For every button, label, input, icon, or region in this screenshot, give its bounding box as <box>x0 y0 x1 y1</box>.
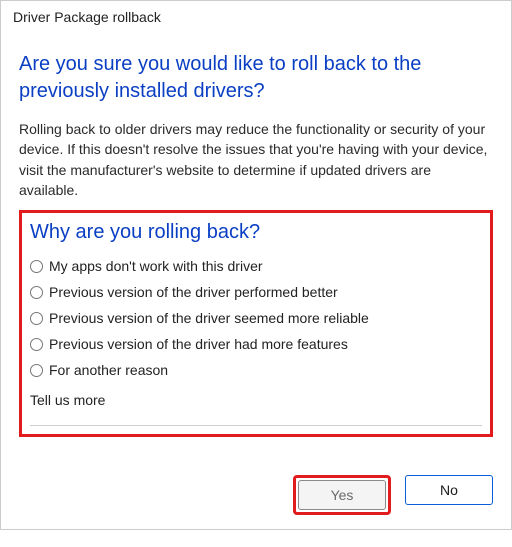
reason-radio[interactable] <box>30 286 43 299</box>
dialog-button-row: Yes No <box>1 455 511 529</box>
reason-radio-group: My apps don't work with this driver Prev… <box>30 258 482 378</box>
warning-text: Rolling back to older drivers may reduce… <box>19 119 493 200</box>
reason-radio[interactable] <box>30 312 43 325</box>
tell-us-more-input[interactable] <box>30 412 482 426</box>
reason-label[interactable]: Previous version of the driver had more … <box>49 336 348 352</box>
reason-option[interactable]: Previous version of the driver performed… <box>30 284 482 300</box>
reason-option[interactable]: Previous version of the driver seemed mo… <box>30 310 482 326</box>
reason-label[interactable]: Previous version of the driver performed… <box>49 284 338 300</box>
reason-label[interactable]: My apps don't work with this driver <box>49 258 263 274</box>
reason-headline: Why are you rolling back? <box>30 221 482 244</box>
reason-radio[interactable] <box>30 338 43 351</box>
tell-us-more-label: Tell us more <box>30 392 482 408</box>
dialog-window: Driver Package rollback Are you sure you… <box>0 0 512 530</box>
reason-section-highlight: Why are you rolling back? My apps don't … <box>19 210 493 437</box>
reason-label[interactable]: For another reason <box>49 362 168 378</box>
reason-label[interactable]: Previous version of the driver seemed mo… <box>49 310 369 326</box>
reason-option[interactable]: Previous version of the driver had more … <box>30 336 482 352</box>
no-button[interactable]: No <box>405 475 493 505</box>
reason-radio[interactable] <box>30 364 43 377</box>
confirm-headline: Are you sure you would like to roll back… <box>19 51 493 105</box>
reason-option[interactable]: My apps don't work with this driver <box>30 258 482 274</box>
reason-radio[interactable] <box>30 260 43 273</box>
window-title: Driver Package rollback <box>1 1 511 31</box>
yes-button[interactable]: Yes <box>298 480 386 510</box>
dialog-content: Are you sure you would like to roll back… <box>1 31 511 455</box>
yes-button-highlight: Yes <box>293 475 391 515</box>
reason-option[interactable]: For another reason <box>30 362 482 378</box>
